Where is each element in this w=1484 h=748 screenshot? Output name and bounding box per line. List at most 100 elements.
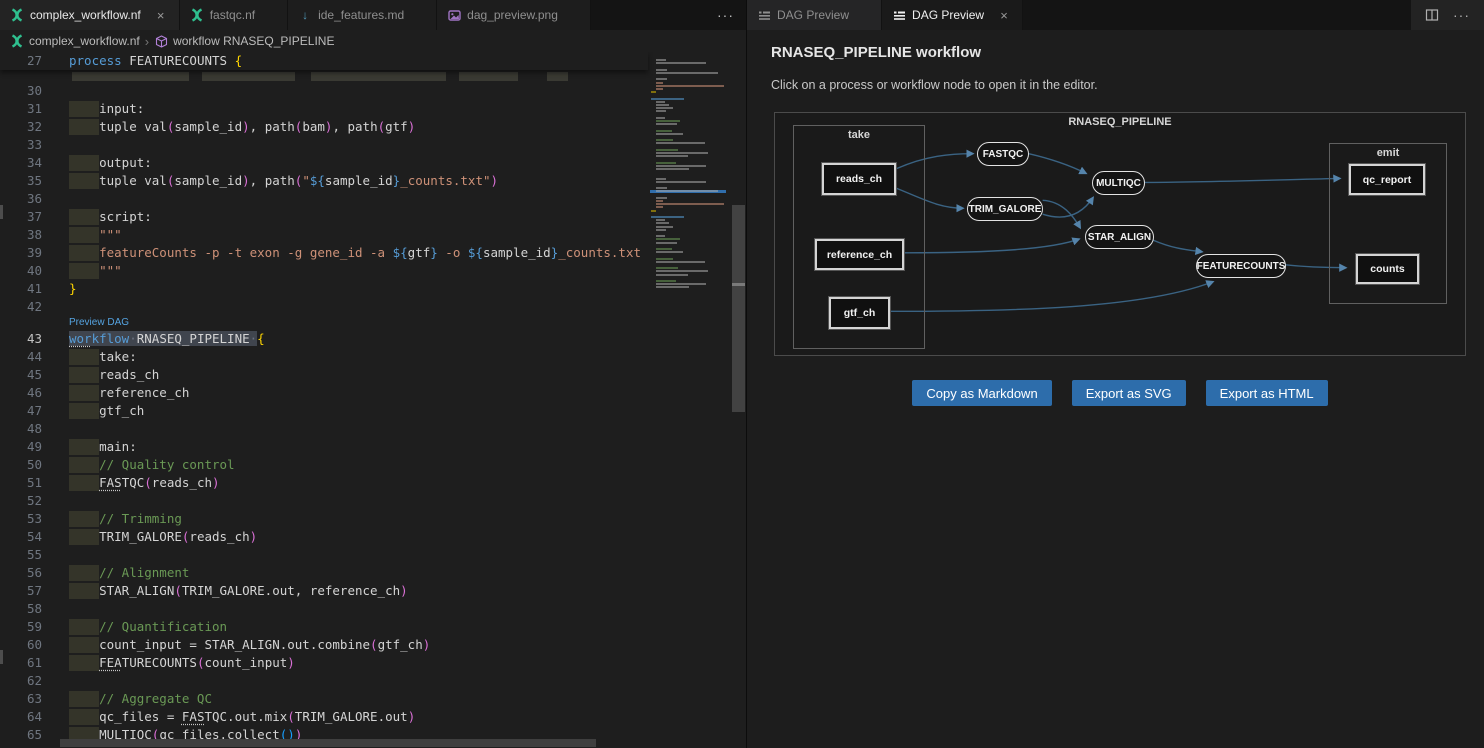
split-editor-icon[interactable]: [1425, 8, 1439, 22]
code-text: gtf_ch: [69, 402, 144, 420]
code-line[interactable]: 45 reads_ch: [0, 366, 648, 384]
tab-label: fastqc.nf: [210, 8, 255, 22]
breadcrumb-file[interactable]: complex_workflow.nf: [29, 34, 140, 48]
code-line[interactable]: 59 // Quantification: [0, 618, 648, 636]
minimap[interactable]: [648, 52, 730, 748]
tab-complex-workflow-nf[interactable]: complex_workflow.nf ×: [0, 0, 180, 30]
code-line[interactable]: 35 tuple val(sample_id), path("${sample_…: [0, 172, 648, 190]
code-line[interactable]: 58: [0, 600, 648, 618]
line-number: 31: [0, 100, 42, 118]
export-as-svg-button[interactable]: Export as SVG: [1072, 380, 1186, 406]
code-line[interactable]: 43workflow·RNASEQ_PIPELINE·{: [0, 330, 648, 348]
line-number: 61: [0, 654, 42, 672]
code-line[interactable]: 30: [0, 82, 648, 100]
line-number: 53: [0, 510, 42, 528]
close-icon[interactable]: ×: [153, 8, 169, 23]
code-text: // Alignment: [69, 564, 189, 582]
code-text: """: [69, 262, 122, 280]
preview-icon: [892, 8, 906, 22]
tab-dag-preview[interactable]: DAG Preview×: [882, 0, 1023, 30]
code-text: featureCounts -p -t exon -g gene_id -a $…: [69, 244, 648, 262]
code-line[interactable]: 32 tuple val(sample_id), path(bam), path…: [0, 118, 648, 136]
code-line[interactable]: 34 output:: [0, 154, 648, 172]
line-number: 64: [0, 708, 42, 726]
breadcrumb-symbol[interactable]: workflow RNASEQ_PIPELINE: [173, 34, 334, 48]
code-lines[interactable]: 3031 input:32 tuple val(sample_id), path…: [0, 82, 648, 748]
code-line[interactable]: 37 script:: [0, 208, 648, 226]
close-icon[interactable]: ×: [996, 8, 1012, 23]
code-line[interactable]: 55: [0, 546, 648, 564]
code-line[interactable]: 42: [0, 298, 648, 316]
code-line[interactable]: 60 count_input = STAR_ALIGN.out.combine(…: [0, 636, 648, 654]
tab-dag-preview[interactable]: DAG Preview: [747, 0, 882, 30]
code-line[interactable]: 31 input:: [0, 100, 648, 118]
dag-node-qc_report[interactable]: qc_report: [1349, 164, 1425, 195]
line-number: 43: [0, 330, 42, 348]
code-line[interactable]: 46 reference_ch: [0, 384, 648, 402]
code-line[interactable]: 39 featureCounts -p -t exon -g gene_id -…: [0, 244, 648, 262]
dag-edge-reference_ch-to-STAR_ALIGN: [905, 239, 1080, 253]
line-number: 52: [0, 492, 42, 510]
editor-tab-bar: complex_workflow.nf × fastqc.nf ↓ide_featur…: [0, 0, 746, 30]
gutter-decoration: [0, 650, 3, 664]
code-text: reference_ch: [69, 384, 189, 402]
tab-label: complex_workflow.nf: [30, 8, 141, 22]
vertical-scrollbar-thumb[interactable]: [732, 205, 745, 412]
export-as-html-button[interactable]: Export as HTML: [1206, 380, 1328, 406]
horizontal-scrollbar-thumb[interactable]: [60, 739, 596, 747]
dag-node-STAR_ALIGN[interactable]: STAR_ALIGN: [1085, 225, 1154, 249]
tab-ide-features-md[interactable]: ↓ide_features.md: [288, 0, 437, 30]
markdown-icon: ↓: [298, 8, 312, 22]
code-editor[interactable]: 27process FEATURECOUNTS { 3031 input:32 …: [0, 52, 746, 748]
code-line[interactable]: 56 // Alignment: [0, 564, 648, 582]
line-number: 63: [0, 690, 42, 708]
code-line[interactable]: 61 FEATURECOUNTS(count_input): [0, 654, 648, 672]
code-line[interactable]: 57 STAR_ALIGN(TRIM_GALORE.out, reference…: [0, 582, 648, 600]
dag-node-FASTQC[interactable]: FASTQC: [977, 142, 1029, 166]
code-line[interactable]: 64 qc_files = FASTQC.out.mix(TRIM_GALORE…: [0, 708, 648, 726]
code-line[interactable]: 36: [0, 190, 648, 208]
code-line[interactable]: 33: [0, 136, 648, 154]
gutter-decoration: [0, 205, 3, 219]
code-line[interactable]: 38 """: [0, 226, 648, 244]
code-line[interactable]: 47 gtf_ch: [0, 402, 648, 420]
code-line[interactable]: 40 """: [0, 262, 648, 280]
code-line[interactable]: 53 // Trimming: [0, 510, 648, 528]
clipped-code-line: [0, 70, 648, 82]
dag-node-TRIM_GALORE[interactable]: TRIM_GALORE: [967, 197, 1043, 221]
code-line[interactable]: 48: [0, 420, 648, 438]
code-line[interactable]: 44 take:: [0, 348, 648, 366]
line-number: 34: [0, 154, 42, 172]
more-actions-icon[interactable]: ···: [1453, 7, 1470, 23]
line-number: 39: [0, 244, 42, 262]
dag-node-MULTIQC[interactable]: MULTIQC: [1092, 171, 1145, 195]
code-line[interactable]: 54 TRIM_GALORE(reads_ch): [0, 528, 648, 546]
code-line[interactable]: 52: [0, 492, 648, 510]
code-line[interactable]: 50 // Quality control: [0, 456, 648, 474]
sticky-scroll-line[interactable]: 27process FEATURECOUNTS {: [0, 52, 648, 70]
more-actions-icon[interactable]: ···: [705, 0, 746, 30]
editor-group: complex_workflow.nf × fastqc.nf ↓ide_featur…: [0, 0, 746, 748]
breadcrumb[interactable]: complex_workflow.nf › workflow RNASEQ_PI…: [0, 30, 746, 52]
dag-node-FEATURECOUNTS[interactable]: FEATURECOUNTS: [1196, 254, 1286, 278]
dag-node-reads_ch[interactable]: reads_ch: [822, 163, 896, 195]
code-line[interactable]: 41}: [0, 280, 648, 298]
code-line[interactable]: 63 // Aggregate QC: [0, 690, 648, 708]
tab-fastqc-nf[interactable]: fastqc.nf: [180, 0, 288, 30]
line-number: 62: [0, 672, 42, 690]
code-line[interactable]: 51 FASTQC(reads_ch): [0, 474, 648, 492]
dag-diagram[interactable]: RNASEQ_PIPELINE takeemitreads_chreferenc…: [774, 112, 1466, 356]
dag-edge-MULTIQC-to-qc_report: [1144, 178, 1340, 182]
code-text: FEATURECOUNTS(count_input): [69, 654, 295, 672]
dag-node-reference_ch[interactable]: reference_ch: [815, 239, 904, 270]
code-line[interactable]: 62: [0, 672, 648, 690]
line-number: 57: [0, 582, 42, 600]
copy-as-markdown-button[interactable]: Copy as Markdown: [912, 380, 1051, 406]
dag-node-gtf_ch[interactable]: gtf_ch: [829, 297, 890, 329]
line-number: 27: [0, 52, 42, 70]
dag-node-counts[interactable]: counts: [1356, 254, 1419, 284]
codelens-preview-dag[interactable]: Preview DAG: [0, 316, 648, 330]
line-number: 30: [0, 82, 42, 100]
code-line[interactable]: 49 main:: [0, 438, 648, 456]
tab-dag-preview-png[interactable]: dag_preview.png: [437, 0, 591, 30]
